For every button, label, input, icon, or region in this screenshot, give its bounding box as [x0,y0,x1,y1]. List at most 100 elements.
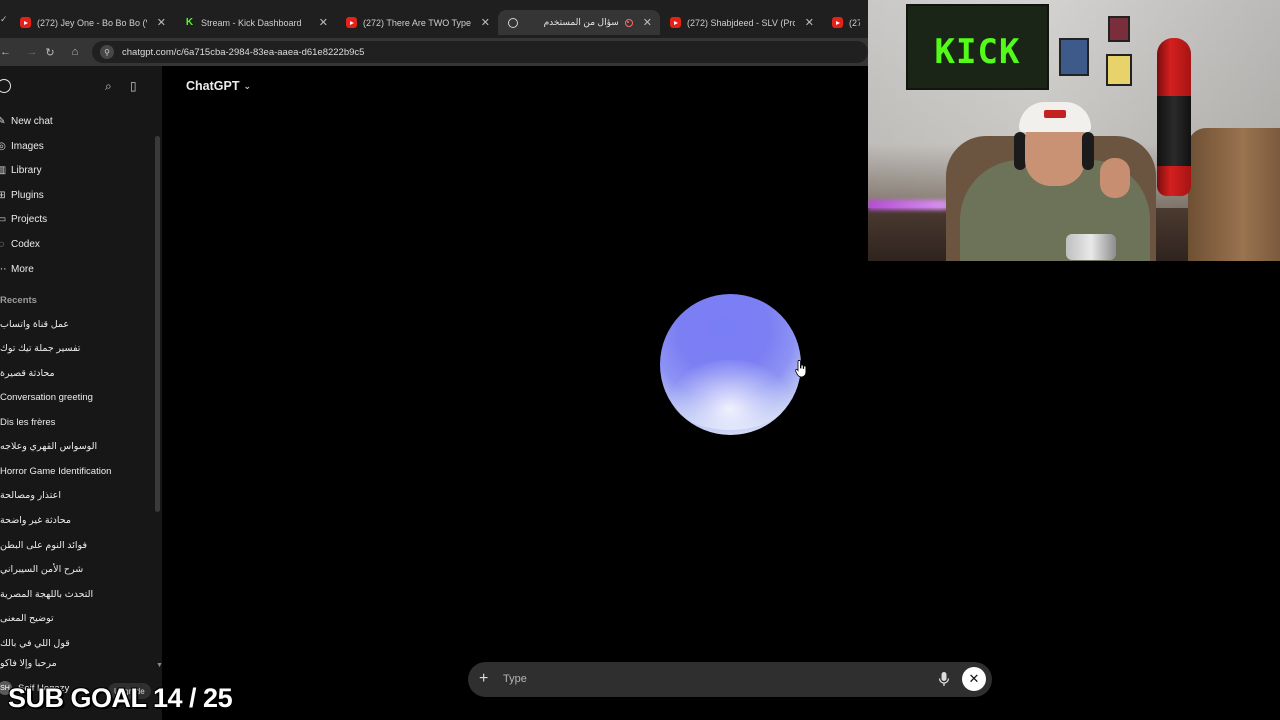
recent-chat-label: محادثة غير واضحة [0,514,71,526]
sidebar-item-label: New chat [11,115,53,127]
recent-chat-item[interactable]: Dis les frères [0,412,150,432]
back-arrow-icon[interactable]: ← [0,46,11,58]
reload-icon[interactable]: ↻ [38,46,62,59]
home-icon[interactable]: ⌂ [63,46,87,58]
browser-toolbar: ← → ↻ ⌂ ⚲ chatgpt.com/c/6a715cba-2984-83… [0,38,868,66]
voice-mode-orb [660,294,801,435]
recent-chat-label: محادثة قصيرة [0,367,55,379]
images-icon: ◎ [0,140,6,152]
sidebar-item-label: Library [11,164,42,176]
browser-tab-kick-dashboard[interactable]: K Stream - Kick Dashboard ✕ [174,10,336,35]
recent-chat-item[interactable]: مرحبا وإلا فاكو [0,657,150,669]
sidebar-item-label: More [11,263,34,275]
recent-chat-item[interactable]: قول اللي في بالك [0,633,150,653]
close-tab-icon[interactable]: ✕ [481,16,490,29]
sub-goal-overlay: SUB GOAL 14 / 25 [8,683,233,713]
address-bar[interactable]: ⚲ chatgpt.com/c/6a715cba-2984-83ea-aaea-… [92,41,868,63]
sidebar-toggle-icon[interactable]: ▯ [130,79,137,93]
tab-title: (272) There Are TWO Types Of [363,17,471,28]
recent-chat-label: عمل قناة واتساب [0,318,70,330]
streamer-hand [1100,158,1130,198]
browser-tab-youtube-jey-one[interactable]: (272) Jey One - Bo Bo Bo (Vide ✕ [10,10,174,35]
sidebar-header: ⌕ ▯ [0,78,162,96]
recents-heading: Recents [0,295,37,306]
close-voice-button[interactable]: ✕ [962,667,986,691]
recent-chat-label: قول اللي في بالك [0,637,70,649]
close-tab-icon[interactable]: ✕ [157,16,166,29]
recent-chat-label: Dis les frères [0,416,56,428]
scroll-down-icon[interactable]: ▼ [156,662,163,669]
youtube-icon [670,17,681,28]
recent-chat-item[interactable]: الوسواس القهري وعلاجه [0,436,150,456]
recent-chat-label: التحدث باللهجة المصرية [0,588,94,600]
codex-icon: ◌ [0,238,5,250]
tab-title: (272) [849,17,860,28]
search-icon[interactable]: ⌕ [105,79,112,94]
recent-chat-label: توضيح المعنى [0,612,54,624]
recent-chat-item[interactable]: عمل قناة واتساب [0,314,150,334]
cap-logo [1044,110,1066,118]
recent-chat-label: Horror Game Identification [0,465,112,477]
plus-icon[interactable]: + [479,670,488,688]
chatgpt-logo-icon[interactable] [0,79,11,93]
kick-banner-text: KICK [934,32,1021,72]
hand-cursor-icon [795,360,807,378]
recent-chat-label: تفسير جملة تيك توك [0,342,81,354]
recent-chat-item[interactable]: Horror Game Identification [0,461,150,481]
headset-right [1082,132,1094,170]
sidebar: ⌕ ▯ ✎ New chat ◎ Images ▥ Library ⊞ Plug… [0,66,163,720]
edit-icon: ✎ [0,115,6,127]
recent-chat-item[interactable]: توضيح المعنى [0,608,150,628]
voice-composer: + ✕ [468,662,992,697]
youtube-icon [832,17,843,28]
library-icon: ▥ [0,164,7,176]
sidebar-item-new-chat[interactable]: ✎ New chat [0,111,53,131]
tab-title: Stream - Kick Dashboard [201,17,302,28]
recent-chat-item[interactable]: محادثة غير واضحة [0,510,150,530]
recent-chat-item[interactable]: شرح الأمن السيبراني [0,559,150,579]
browser-tab-youtube-shabjdeed[interactable]: (272) Shabjdeed - SLV (Prod. Sl ✕ [660,10,822,35]
youtube-icon [20,17,31,28]
browser-tab-youtube-partial[interactable]: (272) [822,10,868,35]
microphone-icon[interactable] [938,671,950,687]
recent-chat-label: مرحبا وإلا فاكو [0,657,57,669]
folder-icon: ▭ [0,213,7,225]
tab-title: (272) Jey One - Bo Bo Bo (Vide [37,17,147,28]
sidebar-item-images[interactable]: ◎ Images [0,136,44,156]
wall-poster [1059,38,1089,76]
chatgpt-icon [508,17,518,28]
recent-chat-item[interactable]: تفسير جملة تيك توك [0,338,150,358]
model-label: ChatGPT [186,79,240,93]
url-text: chatgpt.com/c/6a715cba-2984-83ea-aaea-d6… [122,46,365,58]
site-info-icon[interactable]: ⚲ [100,45,114,59]
close-tab-icon[interactable]: ✕ [319,16,328,29]
recording-icon [624,18,633,27]
plugins-icon: ⊞ [0,189,6,201]
sidebar-item-library[interactable]: ▥ Library [0,160,42,180]
more-icon: ⋯ [0,263,7,275]
sidebar-scrollbar[interactable] [155,136,160,512]
sidebar-item-projects[interactable]: ▭ Projects [0,209,47,229]
recent-chat-label: Conversation greeting [0,391,93,403]
sidebar-item-plugins[interactable]: ⊞ Plugins [0,185,44,205]
recent-chat-item[interactable]: التحدث باللهجة المصرية [0,584,150,604]
sidebar-item-label: Codex [11,238,40,250]
recent-chat-item[interactable]: اعتذار ومصالحة [0,485,150,505]
browser-tab-youtube-two-types[interactable]: (272) There Are TWO Types Of ✕ [336,10,498,35]
browser-tab-bar: ✓ (272) Jey One - Bo Bo Bo (Vide ✕ K Str… [0,0,868,38]
tab-list-chevron-icon[interactable]: ✓ [0,14,8,25]
wall-poster [1106,54,1132,86]
sidebar-item-codex[interactable]: ◌ Codex [0,234,40,254]
close-tab-icon[interactable]: ✕ [805,16,814,29]
recent-chat-item[interactable]: Conversation greeting [0,387,150,407]
sidebar-item-label: Projects [11,213,48,225]
model-selector[interactable]: ChatGPT ⌄ [186,79,251,93]
sidebar-item-more[interactable]: ⋯ More [0,259,34,279]
recent-chat-item[interactable]: محادثة قصيرة [0,363,150,383]
browser-tab-chatgpt-active[interactable]: سؤال من المستخدم ✕ [498,10,660,35]
tab-title: سؤال من المستخدم [543,17,619,27]
message-input[interactable] [503,670,903,688]
recent-chat-item[interactable]: فوائد النوم على البطن [0,535,150,555]
recent-chat-label: اعتذار ومصالحة [0,489,61,501]
close-tab-icon[interactable]: ✕ [643,16,652,29]
